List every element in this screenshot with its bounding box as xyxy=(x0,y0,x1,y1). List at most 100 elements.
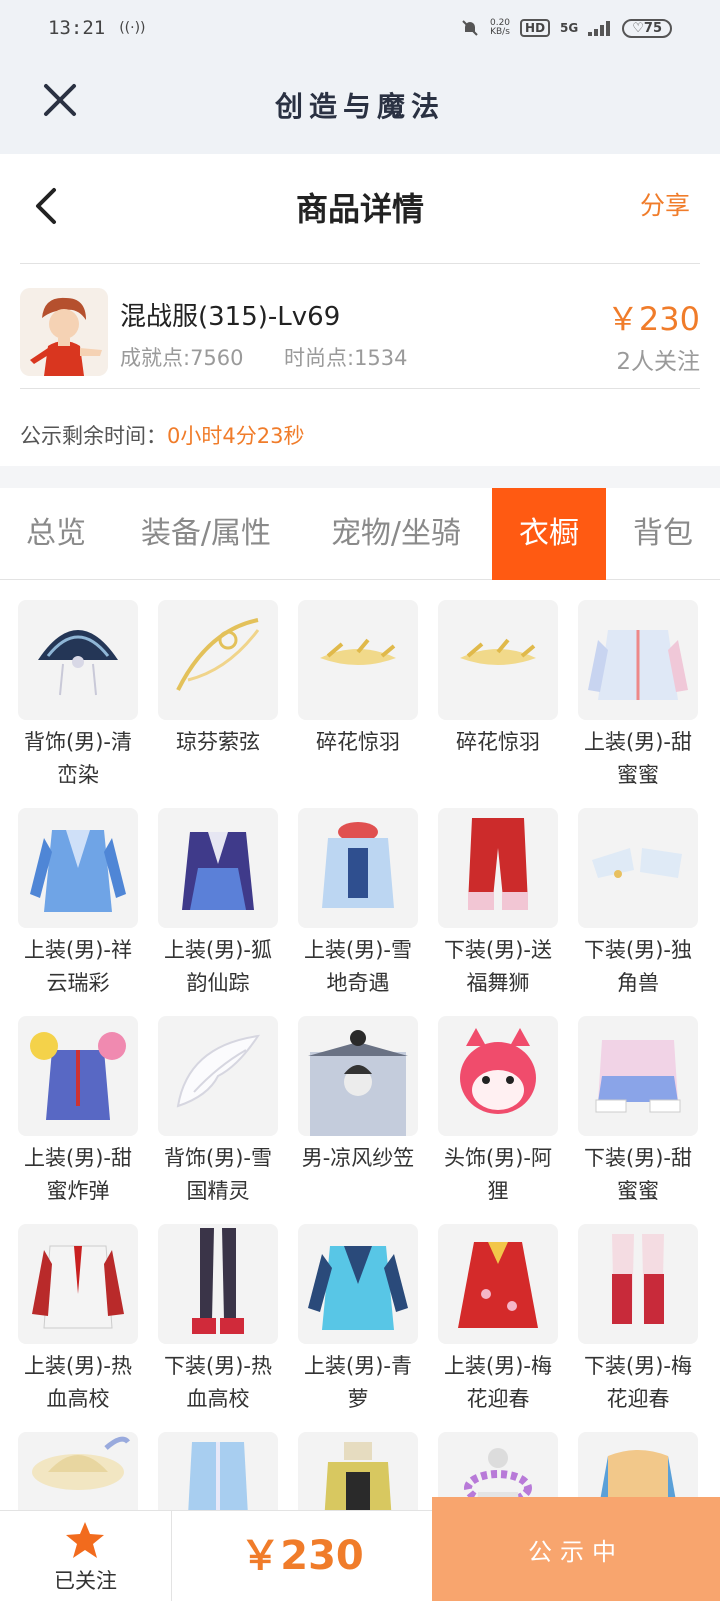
item-thumbnail xyxy=(578,1016,698,1136)
wardrobe-item[interactable]: 上装(男)-甜蜜炸弹 xyxy=(18,1016,138,1224)
tab-equipment[interactable]: 装备/属性 xyxy=(112,488,300,580)
wardrobe-item[interactable]: 背饰(男)-清峦染 xyxy=(18,600,138,808)
wardrobe-item[interactable]: 背饰(男)-雪国精灵 xyxy=(158,1016,278,1224)
close-icon[interactable] xyxy=(40,80,80,120)
wardrobe-item[interactable]: 男-凉风纱笠 xyxy=(298,1016,418,1224)
publicity-notice: 公示剩余时间：0小时4分23秒 xyxy=(20,420,304,450)
wardrobe-item[interactable]: 上装(男)-甜蜜蜜 xyxy=(578,600,698,808)
bottom-bar: 已关注 ￥230 公示中 xyxy=(0,1497,720,1601)
item-thumbnail xyxy=(158,600,278,720)
item-label: 头饰(男)-阿狸 xyxy=(444,1146,552,1203)
wardrobe-item[interactable]: 下装(男)-独角兽 xyxy=(578,808,698,1016)
item-label: 琼芬萦弦 xyxy=(176,730,260,754)
wardrobe-item[interactable]: 上装(男)-雪地奇遇 xyxy=(298,808,418,1016)
watcher-count: 2人关注 xyxy=(616,349,700,375)
item-label: 下装(男)-甜蜜蜜 xyxy=(584,1146,692,1203)
item-label: 上装(男)-梅花迎春 xyxy=(444,1354,552,1411)
bottom-price: ￥230 xyxy=(240,1533,364,1579)
item-thumbnail xyxy=(18,600,138,720)
item-thumbnail xyxy=(18,1432,138,1510)
status-time: 13:21 xyxy=(48,17,106,39)
wardrobe-item[interactable] xyxy=(158,1432,278,1510)
item-label: 上装(男)-青萝 xyxy=(304,1354,412,1411)
item-thumbnail xyxy=(578,1224,698,1344)
item-label: 上装(男)-祥云瑞彩 xyxy=(24,938,132,995)
item-thumbnail xyxy=(298,1432,418,1510)
wardrobe-item[interactable]: 下装(男)-热血高校 xyxy=(158,1224,278,1432)
item-thumbnail xyxy=(18,808,138,928)
tab-bar: 总览 装备/属性 宠物/坐骑 衣橱 背包 xyxy=(0,488,720,580)
publicity-status-button[interactable]: 公示中 xyxy=(432,1497,720,1601)
item-thumbnail xyxy=(18,1016,138,1136)
battery-level: 75 xyxy=(643,20,662,36)
signal-icon xyxy=(588,21,611,36)
character-avatar xyxy=(20,288,108,376)
battery-indicator: ♡75 xyxy=(622,18,672,38)
status-bar: 13:21 ((·)) 0.20 KB/s HD 5G ♡75 xyxy=(0,0,720,56)
item-label: 上装(男)-甜蜜炸弹 xyxy=(24,1146,132,1203)
wardrobe-item[interactable]: 上装(男)-祥云瑞彩 xyxy=(18,808,138,1016)
item-label: 下装(男)-独角兽 xyxy=(584,938,692,995)
item-label: 碎花惊羽 xyxy=(456,730,540,754)
item-thumbnail xyxy=(438,600,558,720)
tab-wardrobe[interactable]: 衣橱 xyxy=(492,488,606,580)
wardrobe-item[interactable]: 碎花惊羽 xyxy=(438,600,558,808)
time-left: 0小时4分23秒 xyxy=(167,424,305,448)
item-thumbnail xyxy=(578,600,698,720)
notice-label: 公示剩余时间： xyxy=(20,424,167,448)
wardrobe-grid: 背饰(男)-清峦染 琼芬萦弦 碎花惊羽 碎花惊羽 上装(男)-甜蜜蜜 上装(男)… xyxy=(18,600,708,1510)
item-thumbnail xyxy=(298,1224,418,1344)
item-label: 下装(男)-热血高校 xyxy=(164,1354,272,1411)
share-button[interactable]: 分享 xyxy=(640,186,690,222)
star-icon xyxy=(66,1522,104,1558)
wardrobe-item[interactable]: 碎花惊羽 xyxy=(298,600,418,808)
mute-icon xyxy=(462,20,478,36)
item-thumbnail xyxy=(438,1016,558,1136)
item-thumbnail xyxy=(158,1016,278,1136)
follow-button[interactable]: 已关注 xyxy=(0,1511,172,1601)
item-label: 上装(男)-雪地奇遇 xyxy=(304,938,412,995)
item-thumbnail xyxy=(298,1016,418,1136)
item-price: ￥230 xyxy=(606,300,700,338)
tab-overview[interactable]: 总览 xyxy=(0,488,112,580)
hd-badge: HD xyxy=(520,19,551,37)
item-thumbnail xyxy=(438,1224,558,1344)
status-icons: 0.20 KB/s HD 5G ♡75 xyxy=(460,18,672,38)
divider xyxy=(20,263,700,264)
wardrobe-item[interactable]: 上装(男)-热血高校 xyxy=(18,1224,138,1432)
item-label: 上装(男)-狐韵仙踪 xyxy=(164,938,272,995)
page-header: 商品详情 分享 xyxy=(0,154,720,264)
wardrobe-item[interactable]: 下装(男)-甜蜜蜜 xyxy=(578,1016,698,1224)
wardrobe-item[interactable] xyxy=(18,1432,138,1510)
item-thumbnail xyxy=(158,1432,278,1510)
item-label: 碎花惊羽 xyxy=(316,730,400,754)
section-gap xyxy=(0,466,720,488)
wardrobe-item[interactable]: 琼芬萦弦 xyxy=(158,600,278,808)
wardrobe-item[interactable]: 下装(男)-梅花迎春 xyxy=(578,1224,698,1432)
wardrobe-item[interactable] xyxy=(298,1432,418,1510)
wardrobe-item[interactable]: 下装(男)-送福舞狮 xyxy=(438,808,558,1016)
tab-pets-mounts[interactable]: 宠物/坐骑 xyxy=(300,488,492,580)
tab-backpack[interactable]: 背包 xyxy=(606,488,720,580)
wardrobe-item[interactable]: 上装(男)-梅花迎春 xyxy=(438,1224,558,1432)
item-summary: 混战服(315)-Lv69 成就点:7560 时尚点:1534 ￥230 2人关… xyxy=(0,266,720,396)
divider xyxy=(20,388,700,389)
item-thumbnail xyxy=(158,1224,278,1344)
item-label: 背饰(男)-清峦染 xyxy=(24,730,132,787)
wardrobe-item[interactable]: 上装(男)-狐韵仙踪 xyxy=(158,808,278,1016)
item-label: 男-凉风纱笠 xyxy=(301,1146,415,1170)
item-label: 下装(男)-送福舞狮 xyxy=(444,938,552,995)
item-thumbnail xyxy=(298,808,418,928)
follow-label: 已关注 xyxy=(54,1569,117,1593)
item-label: 下装(男)-梅花迎春 xyxy=(584,1354,692,1411)
wardrobe-item[interactable]: 上装(男)-青萝 xyxy=(298,1224,418,1432)
wardrobe-item[interactable]: 头饰(男)-阿狸 xyxy=(438,1016,558,1224)
hotspot-icon: ((·)) xyxy=(119,20,146,36)
item-label: 背饰(男)-雪国精灵 xyxy=(164,1146,272,1203)
item-label: 上装(男)-甜蜜蜜 xyxy=(584,730,692,787)
achievement-points: 成就点:7560 xyxy=(120,346,244,370)
item-thumbnail xyxy=(18,1224,138,1344)
page-title: 商品详情 xyxy=(295,190,424,228)
item-name: 混战服(315)-Lv69 xyxy=(120,302,341,332)
item-label: 上装(男)-热血高校 xyxy=(24,1354,132,1411)
